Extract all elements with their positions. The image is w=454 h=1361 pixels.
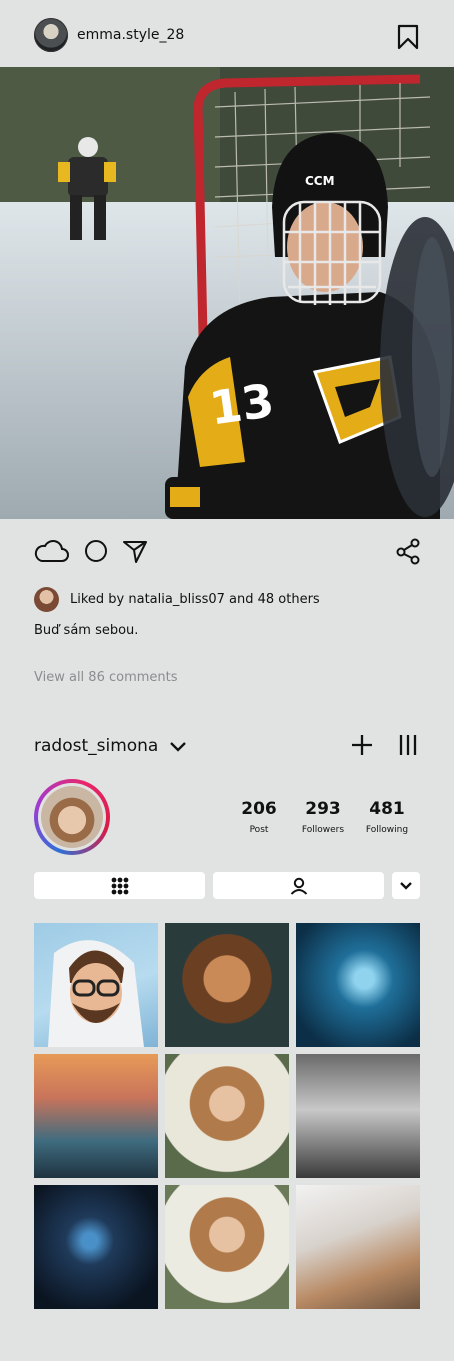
share-icon[interactable] [396,537,422,565]
cloud-icon[interactable] [34,537,70,565]
plus-icon[interactable] [351,734,373,756]
grid-photo[interactable] [34,1054,158,1178]
stat-following-value: 481 [369,799,405,819]
chevron-down-icon[interactable] [169,739,187,755]
liker-avatar[interactable] [34,587,59,612]
grid-photo[interactable] [296,1185,420,1309]
send-icon[interactable] [122,537,148,565]
cartoon-portrait-thumbnail [48,940,144,1047]
likes-summary[interactable]: Liked by natalia_bliss07 and 48 others [70,592,320,607]
profile-avatar[interactable] [34,779,110,855]
hockey-scene-illustration: 13 CCM [0,67,454,519]
grid-photo[interactable] [165,1185,289,1309]
post-image[interactable]: 13 CCM [0,67,454,519]
grid-photo[interactable] [34,1185,158,1309]
stat-following[interactable]: 481 Following [347,799,427,835]
chevron-down-icon [400,881,412,890]
menu-icon[interactable] [398,734,418,756]
post-author-avatar[interactable] [34,18,68,52]
tab-tagged[interactable] [213,872,384,899]
grid-icon [111,877,128,894]
jersey-number: 13 [206,373,277,435]
post-author-username[interactable]: emma.style_28 [77,27,184,43]
profile-photo [41,786,103,848]
stat-following-label: Following [365,825,409,835]
helmet-brand: CCM [305,174,335,188]
view-comments-link[interactable]: View all 86 comments [34,670,178,685]
post-caption: Buď sám sebou. [34,623,139,638]
grid-photo[interactable] [296,1054,420,1178]
grid-photo[interactable] [296,923,420,1047]
grid-photo[interactable] [165,1054,289,1178]
grid-photo[interactable] [34,923,158,1047]
tab-grid[interactable] [34,872,205,899]
circle-icon[interactable] [83,537,109,565]
profile-username[interactable]: radost_simona [34,736,158,756]
person-icon [290,877,307,895]
grid-photo[interactable] [165,923,289,1047]
bookmark-icon[interactable] [396,24,420,50]
more-tab-button[interactable] [392,872,420,899]
